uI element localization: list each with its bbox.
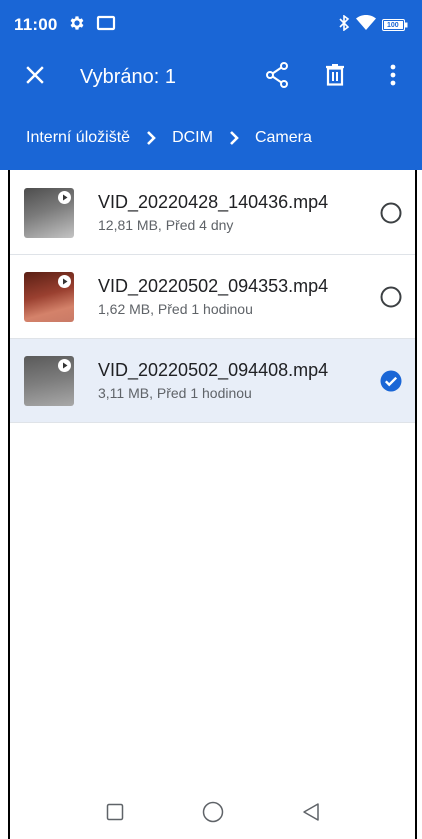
select-radio[interactable] — [379, 285, 403, 309]
battery-icon: 100 — [382, 17, 408, 33]
battery-level: 100 — [387, 21, 399, 29]
breadcrumb: Interní úložiště DCIM Camera — [0, 105, 422, 170]
file-name: VID_20220428_140436.mp4 — [98, 192, 329, 212]
selection-title: Vybráno: 1 — [80, 66, 176, 88]
chevron-right-icon — [146, 130, 156, 145]
bluetooth-icon — [338, 13, 350, 36]
video-thumbnail — [24, 355, 74, 406]
recents-icon — [106, 803, 124, 826]
breadcrumb-dcim[interactable]: DCIM — [172, 129, 213, 147]
status-time: 11:00 — [14, 15, 58, 34]
file-row[interactable]: VID_20220428_140436.mp4 12,81 MB, Před 4… — [10, 171, 415, 255]
video-thumbnail — [24, 271, 74, 322]
video-thumbnail — [24, 187, 74, 238]
play-icon — [58, 358, 71, 372]
close-selection-button[interactable] — [0, 50, 70, 105]
home-icon — [202, 801, 224, 828]
file-row-selected[interactable]: VID_20220502_094408.mp4 3,11 MB, Před 1 … — [10, 339, 415, 423]
more-vert-icon — [390, 64, 396, 91]
file-meta: 1,62 MB, Před 1 hodinou — [98, 301, 253, 317]
close-icon — [26, 66, 44, 89]
screen-cast-icon — [96, 15, 116, 36]
chevron-right-icon — [229, 130, 239, 145]
more-options-button[interactable] — [364, 50, 422, 105]
file-row[interactable]: VID_20220502_094353.mp4 1,62 MB, Před 1 … — [10, 255, 415, 339]
recents-button[interactable] — [103, 803, 127, 827]
status-bar: 11:00 100 — [0, 0, 422, 50]
delete-icon — [325, 63, 345, 91]
frame-border-right — [415, 170, 417, 839]
select-radio[interactable] — [379, 201, 403, 225]
play-icon — [58, 190, 71, 204]
file-list: VID_20220428_140436.mp4 12,81 MB, Před 4… — [10, 171, 415, 423]
app-bar: Vybráno: 1 — [0, 50, 422, 105]
back-button[interactable] — [299, 803, 323, 827]
checked-circle-icon[interactable] — [379, 369, 403, 393]
file-meta: 12,81 MB, Před 4 dny — [98, 217, 234, 233]
share-button[interactable] — [248, 50, 306, 105]
play-icon — [58, 274, 71, 288]
delete-button[interactable] — [306, 50, 364, 105]
gear-icon — [68, 14, 86, 37]
file-meta: 3,11 MB, Před 1 hodinou — [98, 385, 252, 401]
home-button[interactable] — [201, 801, 225, 828]
navigation-bar — [10, 790, 415, 839]
file-name: VID_20220502_094353.mp4 — [98, 276, 329, 296]
back-icon — [302, 802, 320, 827]
share-icon — [265, 62, 289, 93]
wifi-icon — [356, 14, 376, 36]
file-name: VID_20220502_094408.mp4 — [98, 360, 329, 380]
breadcrumb-internal-storage[interactable]: Interní úložiště — [26, 129, 130, 147]
breadcrumb-camera[interactable]: Camera — [255, 129, 312, 147]
